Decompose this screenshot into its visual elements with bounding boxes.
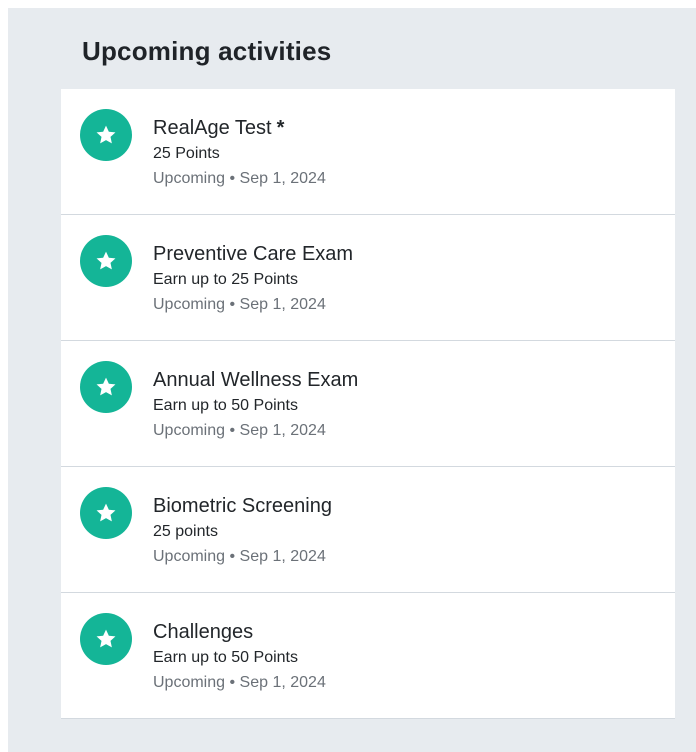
activity-item-annual-wellness-exam[interactable]: Annual Wellness Exam Earn up to 50 Point…	[61, 341, 675, 467]
activity-points: 25 points	[153, 523, 218, 540]
activity-item-biometric-screening[interactable]: Biometric Screening 25 points Upcoming •…	[61, 467, 675, 593]
activity-status-line: Upcoming • Sep 1, 2024	[153, 295, 353, 315]
activity-text: Challenges Earn up to 50 Points Upcoming…	[153, 620, 326, 693]
activity-item-preventive-care-exam[interactable]: Preventive Care Exam Earn up to 25 Point…	[61, 215, 675, 341]
activity-title: RealAge Test *	[153, 116, 326, 140]
activity-text: RealAge Test * 25 Points Upcoming • Sep 1…	[153, 116, 326, 189]
activity-date: Sep 1, 2024	[239, 296, 326, 313]
activity-title-text: RealAge Test	[153, 117, 272, 139]
activity-list: RealAge Test * 25 Points Upcoming • Sep 1…	[61, 89, 675, 719]
star-icon	[80, 361, 132, 413]
activity-status: Upcoming	[153, 674, 226, 691]
activity-text: Biometric Screening 25 points Upcoming •…	[153, 494, 332, 567]
activity-title: Challenges	[153, 621, 254, 643]
activity-status: Upcoming	[153, 296, 226, 313]
activity-date: Sep 1, 2024	[239, 422, 326, 439]
status-separator: •	[229, 674, 236, 691]
status-separator: •	[229, 422, 236, 439]
activity-points: Earn up to 50 Points	[153, 397, 298, 414]
activity-text: Preventive Care Exam Earn up to 25 Point…	[153, 242, 353, 315]
activity-status-line: Upcoming • Sep 1, 2024	[153, 169, 326, 189]
activity-date: Sep 1, 2024	[239, 674, 326, 691]
activity-item-realage-test[interactable]: RealAge Test * 25 Points Upcoming • Sep 1…	[61, 89, 675, 215]
activity-item-challenges[interactable]: Challenges Earn up to 50 Points Upcoming…	[61, 593, 675, 719]
star-icon	[80, 487, 132, 539]
activity-points: Earn up to 50 Points	[153, 649, 298, 666]
star-icon	[80, 613, 132, 665]
activity-status-line: Upcoming • Sep 1, 2024	[153, 421, 358, 441]
activity-status: Upcoming	[153, 422, 226, 439]
activity-date: Sep 1, 2024	[239, 548, 326, 565]
activity-status: Upcoming	[153, 548, 226, 565]
section-title: Upcoming activities	[82, 36, 332, 66]
activity-title: Biometric Screening	[153, 495, 332, 517]
activity-status-line: Upcoming • Sep 1, 2024	[153, 547, 332, 567]
activity-status-line: Upcoming • Sep 1, 2024	[153, 673, 326, 693]
status-separator: •	[229, 296, 236, 313]
star-icon	[80, 109, 132, 161]
activity-points: Earn up to 25 Points	[153, 271, 298, 288]
star-icon	[80, 235, 132, 287]
activity-title: Preventive Care Exam	[153, 243, 354, 265]
activity-points: 25 Points	[153, 145, 220, 162]
activity-status: Upcoming	[153, 170, 226, 187]
activity-date: Sep 1, 2024	[239, 170, 326, 187]
activity-text: Annual Wellness Exam Earn up to 50 Point…	[153, 368, 358, 441]
upcoming-activities-panel: Upcoming activities RealAge Test * 25 Poi…	[8, 8, 696, 752]
required-marker: *	[276, 117, 285, 139]
status-separator: •	[229, 170, 236, 187]
status-separator: •	[229, 548, 236, 565]
activity-title: Annual Wellness Exam	[153, 369, 359, 391]
